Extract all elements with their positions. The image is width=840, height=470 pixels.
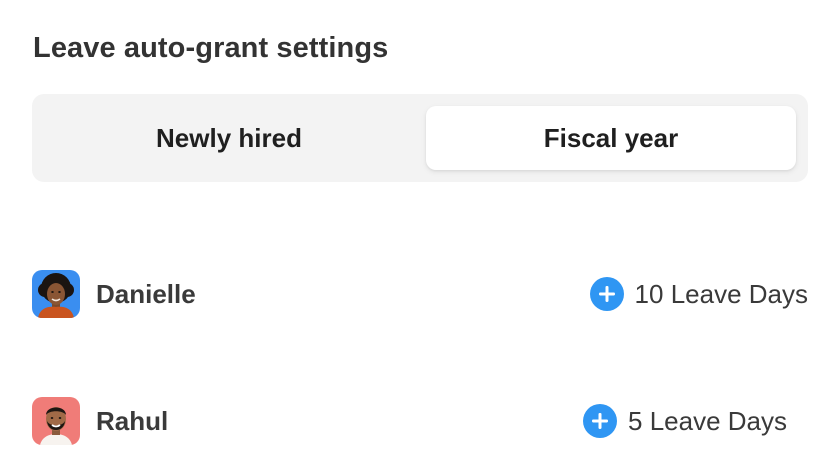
employee-name: Danielle [96,278,196,309]
tab-fiscal-year[interactable]: Fiscal year [426,106,796,170]
grant-leave[interactable]: 10 Leave Days [589,277,808,311]
plus-circle-icon[interactable] [583,404,618,438]
employee-row: Rahul 5 Leave Days [32,397,808,445]
employee-name: Rahul [96,405,169,436]
leave-days-value: 5 Leave Days [628,405,787,436]
employee-row: Danielle 10 Leave Days [32,270,808,318]
avatar [32,397,80,445]
plus-circle-icon[interactable] [589,277,624,311]
avatar [32,270,80,318]
tab-newly-hired[interactable]: Newly hired [44,106,414,170]
grant-leave[interactable]: 5 Leave Days [583,404,808,438]
leave-days-value: 10 Leave Days [634,278,808,309]
segmented-control: Newly hired Fiscal year [32,94,808,182]
page-title: Leave auto-grant settings [33,32,389,64]
